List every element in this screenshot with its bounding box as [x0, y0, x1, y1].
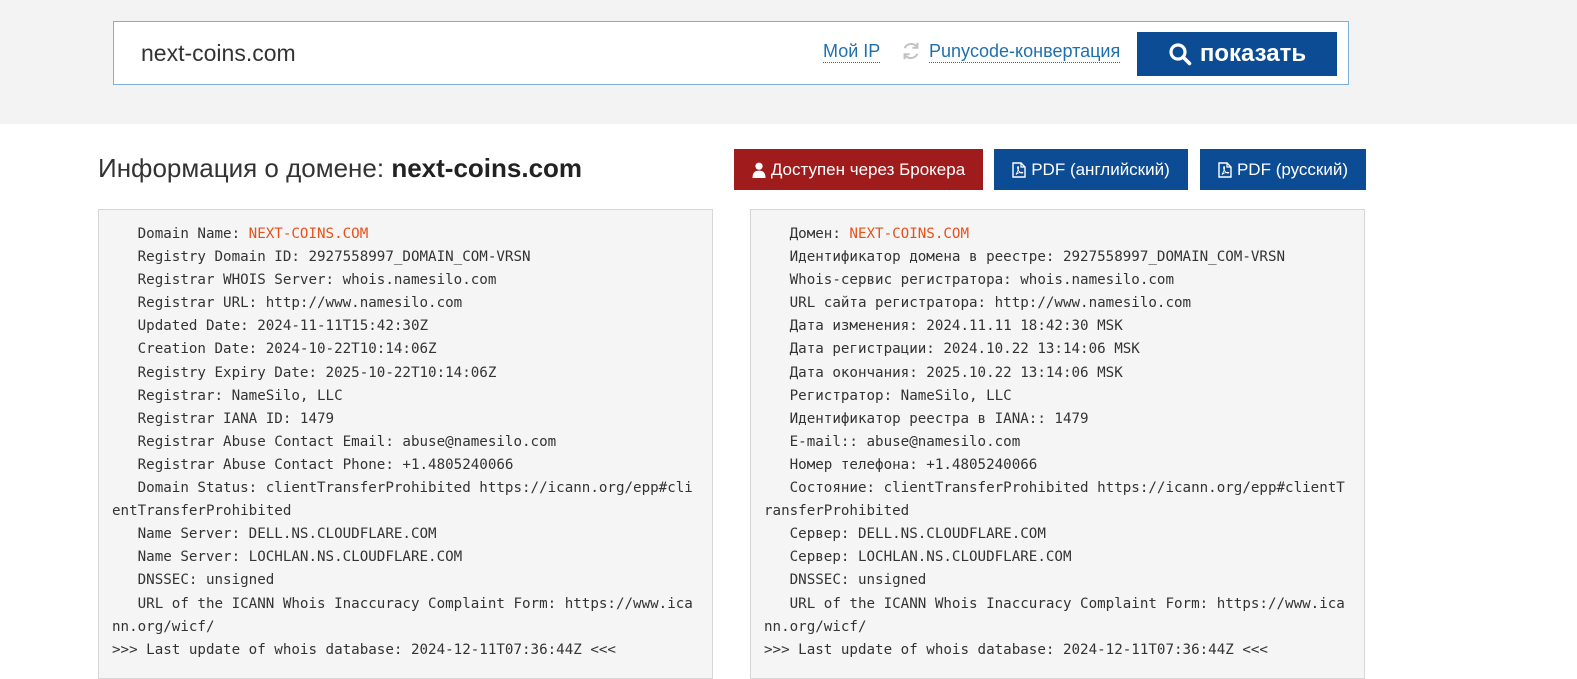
whois-line: Registrar Abuse Contact Email: abuse@nam…	[112, 433, 557, 450]
refresh-icon	[903, 42, 919, 60]
whois-line: Name Server: DELL.NS.CLOUDFLARE.COM	[112, 526, 437, 543]
whois-line: Registry Domain ID: 2927558997_DOMAIN_CO…	[112, 249, 531, 266]
pdf-file-icon	[1012, 161, 1026, 178]
pdf-english-label: PDF (английский)	[1031, 159, 1170, 179]
whois-line: URL of the ICANN Whois Inaccuracy Compla…	[764, 595, 1345, 635]
whois-line: >>> Last update of whois database: 2024-…	[764, 641, 1268, 658]
whois-line: Creation Date: 2024-10-22T10:14:06Z	[112, 341, 437, 358]
search-box: Мой IP Punycode-конвертация показать	[113, 21, 1349, 85]
whois-line: Идентификатор домена в реестре: 29275589…	[764, 249, 1286, 266]
show-button-label: показать	[1199, 40, 1307, 67]
page-title-domain: next-coins.com	[391, 153, 583, 183]
whois-line: Registry Expiry Date: 2025-10-22T10:14:0…	[112, 364, 497, 381]
whois-line: Updated Date: 2024-11-11T15:42:30Z	[112, 318, 429, 335]
whois-line: Registrar IANA ID: 1479	[112, 410, 335, 427]
whois-line: Сервер: DELL.NS.CLOUDFLARE.COM	[764, 526, 1046, 543]
whois-panel-english: Domain Name: NEXT-COINS.COM Registry Dom…	[98, 209, 713, 679]
whois-line: URL of the ICANN Whois Inaccuracy Compla…	[112, 595, 693, 635]
whois-line: Whois-сервис регистратора: whois.namesil…	[764, 272, 1174, 289]
whois-line: Дата изменения: 2024.11.11 18:42:30 MSK	[764, 318, 1123, 335]
domain-name-value: NEXT-COINS.COM	[248, 226, 369, 242]
page-title: Информация о домене: next-coins.com	[98, 153, 582, 184]
pdf-russian-label: PDF (русский)	[1236, 159, 1349, 179]
whois-panel-russian: Домен: NEXT-COINS.COM Идентификатор доме…	[750, 209, 1365, 679]
whois-line: Registrar WHOIS Server: whois.namesilo.c…	[112, 272, 497, 289]
pdf-file-icon	[1218, 161, 1232, 178]
domain-search-input[interactable]	[141, 36, 701, 70]
punycode-convert-link[interactable]: Punycode-конвертация	[929, 40, 1121, 63]
whois-line-domain: Домен: NEXT-COINS.COM	[764, 226, 970, 242]
my-ip-link[interactable]: Мой IP	[823, 40, 881, 63]
whois-line: DNSSEC: unsigned	[112, 572, 275, 589]
search-band: Мой IP Punycode-конвертация показать	[0, 0, 1577, 124]
page-title-prefix: Информация о домене:	[98, 153, 385, 183]
broker-button[interactable]: Доступен через Брокера	[734, 149, 983, 190]
domain-name-value: NEXT-COINS.COM	[849, 226, 970, 242]
whois-line: Registrar URL: http://www.namesilo.com	[112, 295, 463, 312]
whois-line: Номер телефона: +1.4805240066	[764, 456, 1038, 473]
whois-line: Состояние: clientTransferProhibited http…	[764, 480, 1345, 520]
whois-line: Name Server: LOCHLAN.NS.CLOUDFLARE.COM	[112, 549, 463, 566]
pdf-english-button[interactable]: PDF (английский)	[994, 149, 1188, 190]
whois-line: Идентификатор реестра в IANA:: 1479	[764, 410, 1089, 427]
user-icon	[752, 162, 766, 178]
whois-line: Сервер: LOCHLAN.NS.CLOUDFLARE.COM	[764, 549, 1072, 566]
broker-button-label: Доступен через Брокера	[770, 159, 966, 179]
pdf-russian-button[interactable]: PDF (русский)	[1200, 149, 1366, 190]
whois-line: Дата окончания: 2025.10.22 13:14:06 MSK	[764, 364, 1123, 381]
search-icon	[1169, 43, 1192, 66]
whois-line: Domain Status: clientTransferProhibited …	[112, 480, 693, 520]
whois-line: Регистратор: NameSilo, LLC	[764, 387, 1012, 404]
whois-line: Registrar Abuse Contact Phone: +1.480524…	[112, 456, 514, 473]
whois-line: Дата регистрации: 2024.10.22 13:14:06 MS…	[764, 341, 1140, 358]
whois-line: >>> Last update of whois database: 2024-…	[112, 641, 616, 658]
whois-line: Registrar: NameSilo, LLC	[112, 387, 343, 404]
whois-line: DNSSEC: unsigned	[764, 572, 927, 589]
show-button[interactable]: показать	[1137, 32, 1337, 76]
whois-line-domain: Domain Name: NEXT-COINS.COM	[112, 226, 369, 242]
whois-line: URL сайта регистратора: http://www.names…	[764, 295, 1192, 312]
whois-line: E-mail:: abuse@namesilo.com	[764, 433, 1021, 450]
